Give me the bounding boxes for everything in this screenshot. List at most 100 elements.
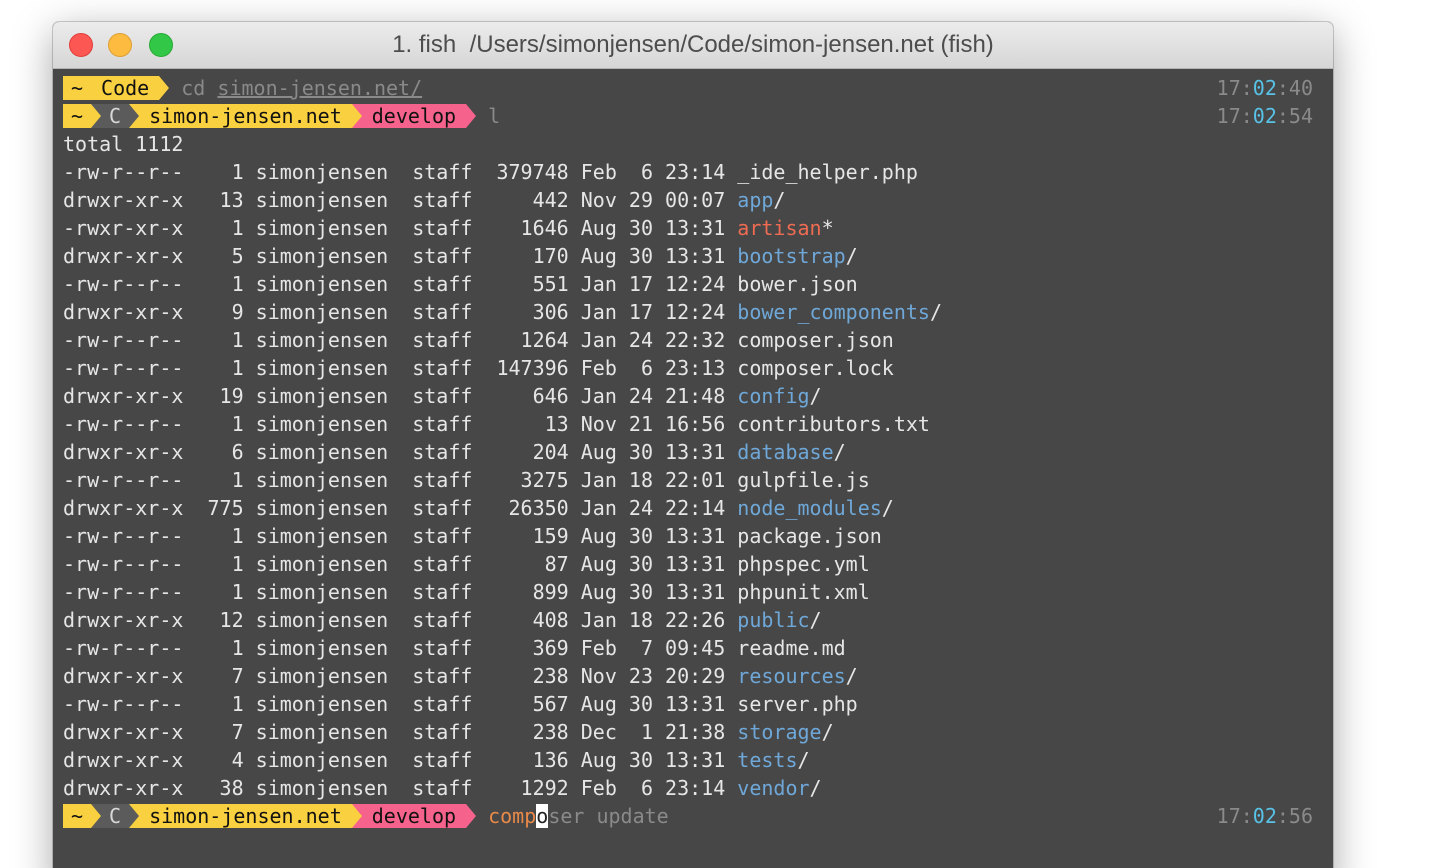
prompt-code-segment: C — [101, 804, 130, 828]
file-details: -rw-r--r-- 1 simonjensen staff 159 Aug 3… — [63, 524, 738, 548]
prompt-line: ~ Csimon-jensen.net develop l 17:02:54 — [63, 102, 1333, 130]
file-details: drwxr-xr-x 775 simonjensen staff 26350 J… — [63, 496, 738, 520]
file-name: package.json — [737, 524, 882, 548]
prompt-home-segment: ~ — [63, 104, 92, 128]
listing-row: -rw-r--r-- 1 simonjensen staff 13 Nov 21… — [63, 410, 1333, 438]
listing-row: -rwxr-xr-x 1 simonjensen staff 1646 Aug … — [63, 214, 1333, 242]
file-type-indicator: / — [845, 244, 858, 268]
listing-row: -rw-r--r-- 1 simonjensen staff 369 Feb 7… — [63, 634, 1333, 662]
prompt-home-segment: ~ — [63, 76, 92, 100]
file-name: composer.lock — [737, 356, 894, 380]
listing-row: -rw-r--r-- 1 simonjensen staff 567 Aug 3… — [63, 690, 1333, 718]
command-input[interactable]: comp — [488, 804, 536, 828]
file-name: artisan — [737, 216, 822, 240]
file-type-indicator: * — [821, 216, 834, 240]
prompt-arrow-icon — [466, 104, 477, 128]
prompt-arrow-icon — [91, 104, 102, 128]
file-type-indicator: / — [773, 188, 786, 212]
listing-row: drwxr-xr-x 6 simonjensen staff 204 Aug 3… — [63, 438, 1333, 466]
file-details: -rw-r--r-- 1 simonjensen staff 147396 Fe… — [63, 356, 738, 380]
file-details: -rw-r--r-- 1 simonjensen staff 13 Nov 21… — [63, 412, 738, 436]
file-details: -rw-r--r-- 1 simonjensen staff 369 Feb 7… — [63, 636, 738, 660]
file-details: -rwxr-xr-x 1 simonjensen staff 1646 Aug … — [63, 216, 738, 240]
file-type-indicator: / — [881, 496, 894, 520]
file-details: drwxr-xr-x 19 simonjensen staff 646 Jan … — [63, 384, 738, 408]
prompt-arrow-icon — [129, 804, 140, 828]
text-cursor: o — [536, 804, 549, 828]
file-type-indicator: / — [809, 384, 822, 408]
listing-row: drwxr-xr-x 7 simonjensen staff 238 Nov 2… — [63, 662, 1333, 690]
prompt-line[interactable]: ~ Csimon-jensen.net develop composer updat… — [63, 802, 1333, 830]
listing-row: -rw-r--r-- 1 simonjensen staff 159 Aug 3… — [63, 522, 1333, 550]
file-details: -rw-r--r-- 1 simonjensen staff 379748 Fe… — [63, 160, 738, 184]
file-name: public — [737, 608, 810, 632]
file-name: app — [737, 188, 774, 212]
prompt-code-segment: C — [101, 104, 130, 128]
prompt-arrow-icon — [351, 804, 362, 828]
prompt-line: ~ Code cd simon-jensen.net/17:02:40 — [63, 74, 1333, 102]
title-bar[interactable]: 1. fish /Users/simonjensen/Code/simon-je… — [53, 22, 1333, 69]
file-name: resources — [737, 664, 846, 688]
file-listing: -rw-r--r-- 1 simonjensen staff 379748 Fe… — [63, 158, 1333, 802]
terminal-window[interactable]: 1. fish /Users/simonjensen/Code/simon-je… — [53, 22, 1333, 868]
file-type-indicator: / — [809, 776, 822, 800]
prompt-time: 17:02:40 — [1216, 76, 1313, 100]
file-type-indicator: / — [845, 664, 858, 688]
file-name: storage — [737, 720, 822, 744]
file-details: drwxr-xr-x 4 simonjensen staff 136 Aug 3… — [63, 748, 738, 772]
file-name: tests — [737, 748, 798, 772]
listing-row: drwxr-xr-x 9 simonjensen staff 306 Jan 1… — [63, 298, 1333, 326]
prompt-arrow-icon — [159, 76, 170, 100]
prompt-time: 17:02:54 — [1216, 104, 1313, 128]
terminal-output[interactable]: ~ Code cd simon-jensen.net/17:02:40 ~ Csim… — [63, 74, 1333, 868]
file-name: phpspec.yml — [737, 552, 870, 576]
listing-row: drwxr-xr-x 775 simonjensen staff 26350 J… — [63, 494, 1333, 522]
listing-row: -rw-r--r-- 1 simonjensen staff 551 Jan 1… — [63, 270, 1333, 298]
listing-row: -rw-r--r-- 1 simonjensen staff 1264 Jan … — [63, 326, 1333, 354]
listing-row: drwxr-xr-x 7 simonjensen staff 238 Dec 1… — [63, 718, 1333, 746]
listing-row: -rw-r--r-- 1 simonjensen staff 87 Aug 30… — [63, 550, 1333, 578]
file-details: drwxr-xr-x 7 simonjensen staff 238 Nov 2… — [63, 664, 738, 688]
file-name: config — [737, 384, 810, 408]
file-name: node_modules — [737, 496, 882, 520]
prompt-dir-segment: Code — [91, 76, 160, 100]
listing-row: drwxr-xr-x 38 simonjensen staff 1292 Feb… — [63, 774, 1333, 802]
listing-row: drwxr-xr-x 12 simonjensen staff 408 Jan … — [63, 606, 1333, 634]
file-details: -rw-r--r-- 1 simonjensen staff 3275 Jan … — [63, 468, 738, 492]
listing-row: -rw-r--r-- 1 simonjensen staff 899 Aug 3… — [63, 578, 1333, 606]
file-details: drwxr-xr-x 38 simonjensen staff 1292 Feb… — [63, 776, 738, 800]
prompt-arrow-icon — [91, 804, 102, 828]
file-details: drwxr-xr-x 7 simonjensen staff 238 Dec 1… — [63, 720, 738, 744]
listing-row: -rw-r--r-- 1 simonjensen staff 3275 Jan … — [63, 466, 1333, 494]
file-details: drwxr-xr-x 12 simonjensen staff 408 Jan … — [63, 608, 738, 632]
command-text: l — [488, 104, 501, 128]
listing-row: -rw-r--r-- 1 simonjensen staff 379748 Fe… — [63, 158, 1333, 186]
prompt-branch-segment: develop — [361, 804, 467, 828]
autosuggestion: ser update — [548, 804, 669, 828]
file-details: drwxr-xr-x 6 simonjensen staff 204 Aug 3… — [63, 440, 738, 464]
file-type-indicator: / — [797, 748, 810, 772]
listing-row: drwxr-xr-x 13 simonjensen staff 442 Nov … — [63, 186, 1333, 214]
prompt-time: 17:02:56 — [1216, 804, 1313, 828]
file-name: bootstrap — [737, 244, 846, 268]
prompt-arrow-icon — [466, 804, 477, 828]
file-details: -rw-r--r-- 1 simonjensen staff 551 Jan 1… — [63, 272, 738, 296]
prompt-arrow-icon — [129, 104, 140, 128]
file-name: phpunit.xml — [737, 580, 870, 604]
file-type-indicator: / — [929, 300, 942, 324]
file-name: contributors.txt — [737, 412, 930, 436]
file-name: vendor — [737, 776, 810, 800]
prompt-dir-segment: simon-jensen.net — [139, 804, 352, 828]
file-details: drwxr-xr-x 5 simonjensen staff 170 Aug 3… — [63, 244, 738, 268]
file-details: drwxr-xr-x 9 simonjensen staff 306 Jan 1… — [63, 300, 738, 324]
prompt-branch-segment: develop — [361, 104, 467, 128]
window-title: 1. fish /Users/simonjensen/Code/simon-je… — [392, 31, 994, 58]
file-name: bower.json — [737, 272, 858, 296]
file-name: bower_components — [737, 300, 930, 324]
file-name: composer.json — [737, 328, 894, 352]
listing-row: drwxr-xr-x 19 simonjensen staff 646 Jan … — [63, 382, 1333, 410]
file-name: gulpfile.js — [737, 468, 870, 492]
listing-total: total 1112 — [63, 132, 184, 156]
file-details: -rw-r--r-- 1 simonjensen staff 899 Aug 3… — [63, 580, 738, 604]
listing-row: drwxr-xr-x 5 simonjensen staff 170 Aug 3… — [63, 242, 1333, 270]
